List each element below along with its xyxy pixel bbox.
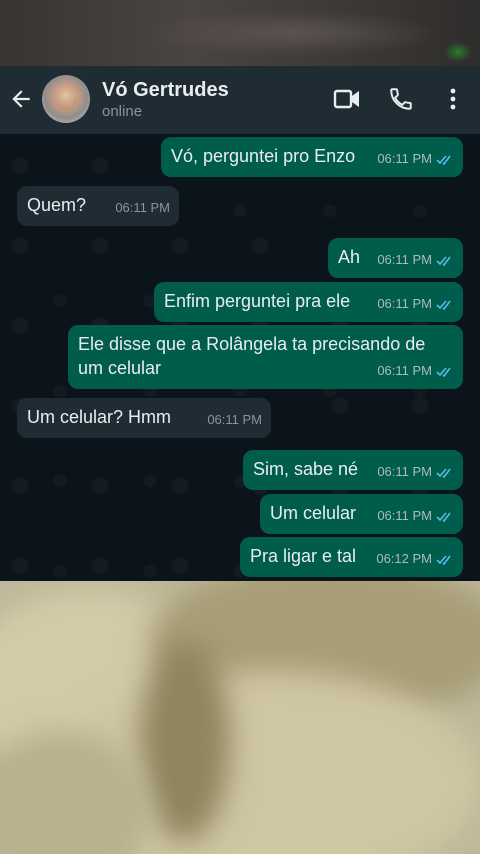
double-check-read-icon — [436, 154, 451, 165]
contact-name[interactable]: Vó Gertrudes — [102, 79, 229, 102]
message-time: 06:11 PM — [377, 363, 432, 378]
chat-window: Vó Gertrudes online Vó, perguntei pro En… — [0, 66, 480, 581]
chat-header: Vó Gertrudes online — [0, 66, 480, 134]
video-call-icon[interactable] — [333, 86, 361, 112]
double-check-read-icon — [436, 554, 451, 565]
message-text: Pra ligar e tal — [250, 546, 357, 566]
message-bubble-outgoing[interactable]: Vó, perguntei pro Enzo 06:11 PM — [161, 137, 463, 177]
message-text: Ele disse que a Rolângela ta precisando … — [78, 334, 426, 378]
double-check-read-icon — [436, 467, 451, 478]
double-check-read-icon — [436, 299, 451, 310]
message-bubble-outgoing[interactable]: Um celular 06:11 PM — [260, 494, 463, 534]
message-text: Um celular? Hmm — [27, 407, 172, 427]
message-text: Sim, sabe né — [253, 459, 359, 479]
message-text: Vó, perguntei pro Enzo — [171, 146, 356, 166]
message-time: 06:11 PM — [377, 464, 432, 479]
message-time: 06:11 PM — [377, 296, 432, 311]
video-background-bottom — [0, 581, 480, 854]
message-bubble-incoming[interactable]: Um celular? Hmm 06:11 PM — [17, 398, 271, 438]
more-vertical-icon[interactable] — [444, 86, 462, 112]
message-bubble-outgoing[interactable]: Enfim perguntei pra ele 06:11 PM — [154, 282, 463, 322]
video-background-top — [0, 0, 480, 66]
message-text: Um celular — [270, 503, 357, 523]
contact-status: online — [102, 103, 143, 120]
message-bubble-outgoing[interactable]: Sim, sabe né 06:11 PM — [243, 450, 463, 490]
blurred-plant — [444, 42, 472, 62]
message-bubble-outgoing[interactable]: Ah 06:11 PM — [328, 238, 463, 278]
double-check-read-icon — [436, 511, 451, 522]
back-arrow-icon[interactable] — [8, 86, 34, 112]
message-text: Ah — [338, 247, 361, 267]
avatar[interactable] — [42, 75, 90, 123]
message-time: 06:11 PM — [377, 151, 432, 166]
message-bubble-outgoing[interactable]: Pra ligar e tal 06:12 PM — [240, 537, 463, 577]
phone-call-icon[interactable] — [388, 86, 414, 112]
double-check-read-icon — [436, 255, 451, 266]
message-bubble-incoming[interactable]: Quem? 06:11 PM — [17, 186, 179, 226]
message-time: 06:11 PM — [377, 252, 432, 267]
message-time: 06:11 PM — [115, 200, 170, 215]
message-text: Quem? — [27, 195, 87, 215]
message-bubble-outgoing[interactable]: Ele disse que a Rolângela ta precisando … — [68, 325, 463, 389]
message-time: 06:12 PM — [376, 551, 432, 566]
message-time: 06:11 PM — [377, 508, 432, 523]
message-time: 06:11 PM — [207, 412, 262, 427]
double-check-read-icon — [436, 366, 451, 377]
message-text: Enfim perguntei pra ele — [164, 291, 351, 311]
